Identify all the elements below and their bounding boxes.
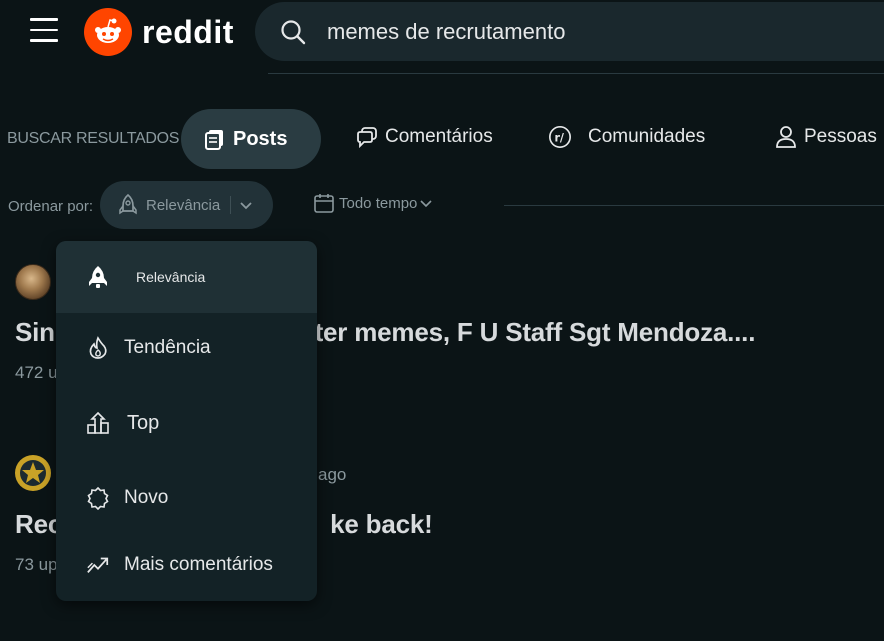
chevron-down-icon [237,196,255,214]
header-divider [268,73,884,74]
sort-option-label: Mais comentários [124,554,273,575]
tab-people-label: Pessoas [804,126,877,147]
tab-comments-label: Comentários [385,126,493,147]
person-icon [774,125,798,149]
hamburger-menu-icon[interactable] [30,18,60,44]
sort-divider [504,205,884,206]
rocket-icon [116,193,140,217]
tab-people[interactable]: Pessoas [774,125,877,149]
flame-icon [86,336,110,360]
sort-option-label: Relevância [136,269,206,285]
search-result-tabs: BUSCAR RESULTADOS Posts Comentários r/ C… [0,108,884,170]
time-filter-value: Todo tempo [339,194,418,212]
calendar-icon [313,192,335,214]
sort-option-relevance[interactable]: Relevância [56,241,317,313]
post-meta: ago [318,465,347,484]
trend-up-icon [86,553,110,577]
sort-option-label: Tendência [124,337,211,358]
sort-dropdown-menu: Relevância Tendência Top Novo Mais comen… [56,241,317,601]
reddit-logo[interactable]: reddit [84,7,234,57]
top-icon [86,411,110,435]
brand-name: reddit [142,13,234,50]
rocket-icon [86,265,110,289]
comments-icon [355,125,379,149]
top-bar: reddit [0,0,884,64]
post-title-end: ke back! [330,509,433,539]
community-avatar[interactable] [15,455,51,491]
search-bar[interactable] [255,2,884,61]
community-avatar[interactable] [15,264,51,300]
sort-value: Relevância [146,196,221,214]
sort-option-label: Top [127,411,160,434]
chevron-down-icon [419,196,433,210]
new-badge-icon [86,486,110,510]
svg-text:r/: r/ [554,132,564,145]
post-title-start: Sin [15,317,55,347]
sort-option-new[interactable]: Novo [56,463,317,533]
tab-comments[interactable]: Comentários [355,125,493,149]
sort-option-trending[interactable]: Tendência [56,313,317,383]
search-icon [279,18,307,46]
sort-label: Ordenar por: [8,198,94,215]
posts-icon [203,127,227,151]
post-stats: 73 up [15,555,58,574]
reddit-snoo-icon [84,8,132,56]
tab-posts[interactable]: Posts [181,109,321,169]
community-icon: r/ [548,125,572,149]
tab-communities[interactable]: r/ Comunidades [548,125,705,149]
sort-option-label: Novo [124,487,169,508]
sort-separator [230,196,232,214]
tabs-label: BUSCAR RESULTADOS [7,130,180,147]
sort-option-top[interactable]: Top [56,387,317,459]
post-title-end: uiter memes, F U Staff Sgt Mendoza.... [291,317,756,347]
tab-communities-label: Comunidades [588,126,706,147]
sort-option-most-comments[interactable]: Mais comentários [56,531,317,599]
time-filter-button[interactable]: Todo tempo [313,192,433,214]
search-input[interactable] [327,18,827,45]
sort-dropdown-button[interactable]: Relevância [100,181,273,229]
tab-posts-label: Posts [233,127,288,150]
post-stats: 472 u [15,363,58,382]
